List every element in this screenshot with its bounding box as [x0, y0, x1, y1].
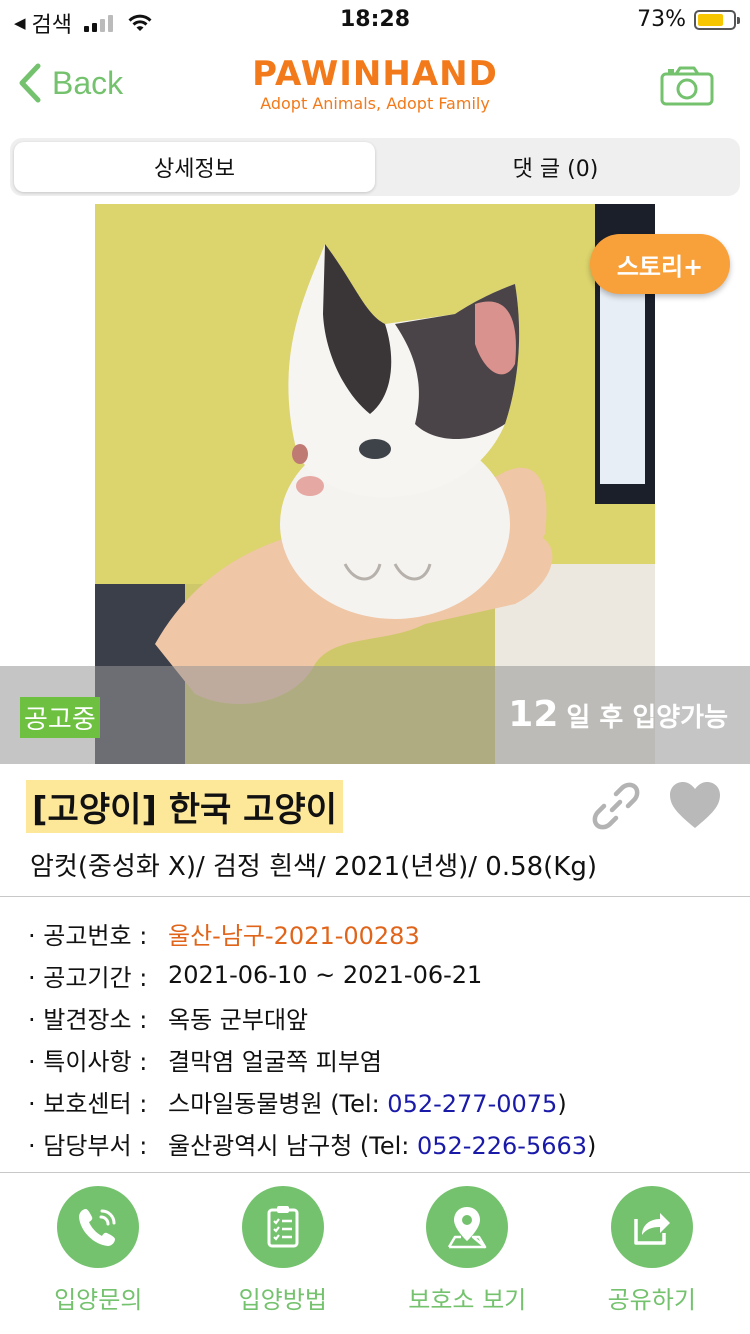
map-pin-icon [426, 1186, 509, 1268]
animal-summary: 암컷(중성화 X)/ 검정 흰색/ 2021(년생)/ 0.58(Kg) [30, 852, 598, 882]
detail-value: 울산광역시 남구청 (Tel: 052-226-5663) [168, 1126, 596, 1161]
phone-icon [57, 1186, 140, 1268]
divider-bottom [0, 1172, 750, 1173]
detail-label: · 담당부서 : [28, 1131, 148, 1160]
clipboard-icon [241, 1186, 324, 1268]
detail-period: · 공고기간 : 2021-06-10 ~ 2021-06-21 [28, 954, 728, 996]
action-label: 입양문의 [54, 1286, 143, 1314]
office-name: 울산광역시 남구청 (Tel: [168, 1131, 417, 1160]
battery-icon [694, 9, 740, 30]
bottom-action-bar: 입양문의 입양방법 보호소 보기 공유하기 [0, 1186, 750, 1334]
detail-list: · 공고번호 : 울산-남구-2021-00283 · 공고기간 : 2021-… [28, 912, 728, 1164]
paren-close: ) [587, 1131, 597, 1160]
detail-label: · 특이사항 : [28, 1047, 148, 1076]
tab-comments[interactable]: 댓 글 (0) [375, 142, 736, 192]
divider-top [0, 896, 750, 897]
detail-value: 옥동 군부대앞 [168, 1005, 309, 1034]
paren-close: ) [557, 1089, 567, 1118]
animal-title-row: [고양이] 한국 고양이 [26, 780, 343, 833]
battery-fill [698, 13, 723, 26]
link-icon[interactable] [590, 780, 642, 832]
heart-icon[interactable] [668, 780, 722, 830]
action-adoption-method[interactable]: 입양방법 [198, 1186, 368, 1334]
shelter-name: 스마일동물병원 (Tel: [168, 1089, 388, 1118]
animal-title: [고양이] 한국 고양이 [26, 780, 343, 833]
action-label: 공유하기 [607, 1286, 696, 1314]
detail-notice-no: · 공고번호 : 울산-남구-2021-00283 [28, 912, 728, 954]
detail-value: 스마일동물병원 (Tel: 052-277-0075) [168, 1084, 567, 1119]
notice-status-badge: 공고중 [20, 697, 100, 738]
detail-found-place: · 발견장소 : 옥동 군부대앞 [28, 996, 728, 1038]
detail-label: · 공고기간 : [28, 963, 148, 992]
status-bar: ◀ 검색 18:28 73% [0, 0, 750, 40]
detail-label: · 공고번호 : [28, 921, 148, 950]
office-phone-link[interactable]: 052-226-5663 [417, 1132, 587, 1160]
status-right: 73% [637, 7, 740, 32]
shelter-phone-link[interactable]: 052-277-0075 [387, 1090, 557, 1118]
countdown-suffix: 일 후 입양가능 [566, 703, 728, 733]
share-icon [610, 1186, 693, 1268]
action-label: 보호소 보기 [408, 1286, 527, 1314]
action-label: 입양방법 [238, 1286, 327, 1314]
logo-subtitle: Adopt Animals, Adopt Family [260, 94, 490, 113]
logo-title: PAWINHAND [252, 54, 498, 94]
story-button[interactable]: 스토리+ [590, 234, 730, 294]
segmented-tabs: 상세정보 댓 글 (0) [10, 138, 740, 196]
detail-label: · 발견장소 : [28, 1005, 148, 1034]
action-adoption-inquiry[interactable]: 입양문의 [13, 1186, 183, 1334]
action-view-shelter[interactable]: 보호소 보기 [382, 1186, 552, 1334]
adoption-countdown: 12 일 후 입양가능 [508, 694, 728, 735]
detail-office: · 담당부서 : 울산광역시 남구청 (Tel: 052-226-5663) [28, 1122, 728, 1164]
action-share[interactable]: 공유하기 [567, 1186, 737, 1334]
detail-shelter: · 보호센터 : 스마일동물병원 (Tel: 052-277-0075) [28, 1080, 728, 1122]
camera-icon[interactable] [660, 66, 714, 106]
detail-label: · 보호센터 : [28, 1089, 148, 1118]
countdown-days: 12 [508, 694, 559, 735]
detail-value: 울산-남구-2021-00283 [168, 921, 420, 950]
detail-notes: · 특이사항 : 결막염 얼굴쪽 피부염 [28, 1038, 728, 1080]
tab-details[interactable]: 상세정보 [14, 142, 375, 192]
battery-percent: 73% [637, 7, 686, 32]
app-logo: PAWINHAND Adopt Animals, Adopt Family [0, 54, 750, 113]
detail-value: 2021-06-10 ~ 2021-06-21 [168, 961, 483, 989]
detail-value: 결막염 얼굴쪽 피부염 [168, 1047, 382, 1076]
nav-bar: Back PAWINHAND Adopt Animals, Adopt Fami… [0, 40, 750, 130]
